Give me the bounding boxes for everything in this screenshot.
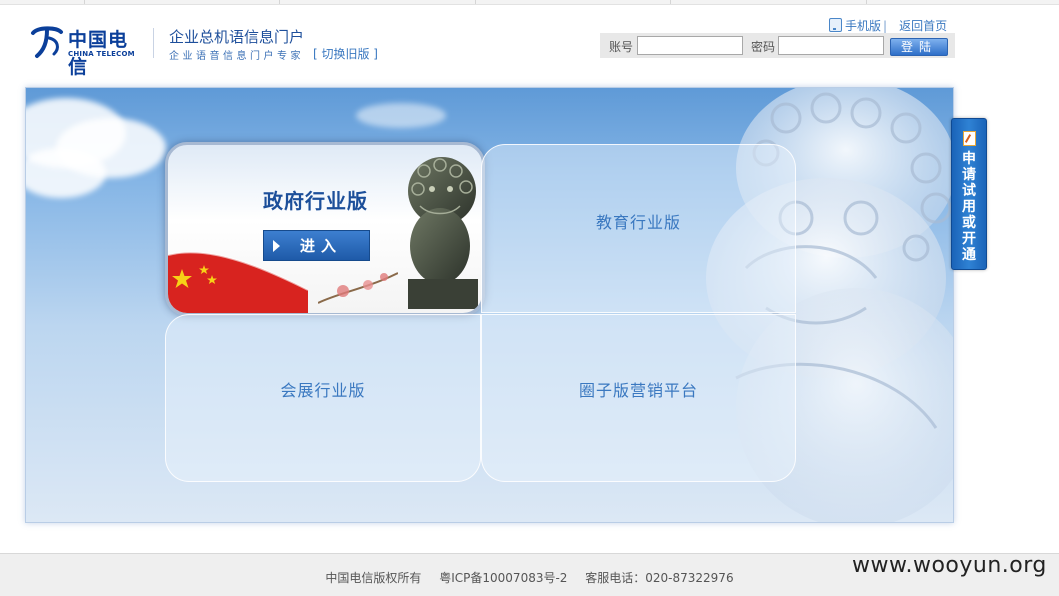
watermark: www.wooyun.org [852, 553, 1047, 578]
portal-subtitle: 企业语音信息门户专家 [169, 51, 304, 62]
enter-button-label: 进入 [300, 237, 343, 255]
flower-branch-image [318, 272, 398, 304]
telecom-logo-icon [31, 26, 63, 58]
education-edition-panel[interactable]: 教育行业版 [481, 144, 796, 313]
cloud-decoration [26, 148, 106, 198]
switch-old-version-link[interactable]: [ 切换旧版 ] [313, 45, 378, 62]
password-input[interactable] [778, 36, 884, 55]
enter-button[interactable]: 进入 [263, 230, 370, 261]
link-separator: | [883, 19, 888, 33]
mobile-phone-icon[interactable] [829, 18, 842, 32]
top-tab-segment [475, 0, 671, 4]
footer-copyright: 中国电信版权所有 [325, 571, 422, 585]
government-edition-panel[interactable]: 政府行业版 进入 [165, 142, 485, 316]
exhibition-edition-panel[interactable]: 会展行业版 [165, 314, 481, 482]
main-banner: 政府行业版 进入 教育行业版 会展行业版 圈子版营销平台 [25, 87, 954, 523]
china-telecom-logo[interactable]: 中国电信 CHINA TELECOM [30, 24, 140, 78]
exhibition-edition-title: 会展行业版 [280, 381, 366, 400]
footer-service-phone: 客服电话：020-87322976 [585, 571, 734, 585]
login-bar: 账号 密码 登陆 [600, 33, 955, 58]
top-links: 手机版 | 返回首页 [829, 17, 947, 34]
top-tab-segment [0, 0, 85, 4]
account-input[interactable] [637, 36, 743, 55]
apply-trial-side-tab[interactable]: 申请试用或开通 [951, 118, 987, 270]
footer-icp[interactable]: 粤ICP备10007083号-2 [439, 571, 567, 585]
apply-trial-label: 申请试用或开通 [962, 151, 976, 263]
header-divider [153, 28, 154, 58]
back-home-link[interactable]: 返回首页 [899, 19, 947, 33]
top-tab-segment [84, 0, 280, 4]
government-edition-title: 政府行业版 [263, 189, 368, 213]
top-tab-strip [0, 0, 1059, 5]
top-tab-segment [279, 0, 476, 4]
logo-english-text: CHINA TELECOM [68, 50, 135, 58]
password-label: 密码 [751, 40, 776, 54]
circle-marketing-title: 圈子版营销平台 [578, 381, 698, 400]
bronze-lion-image [408, 157, 478, 309]
edit-note-icon [963, 131, 976, 146]
play-arrow-icon [273, 240, 280, 252]
account-label: 账号 [609, 40, 634, 54]
cloud-decoration [356, 103, 446, 128]
login-button[interactable]: 登陆 [890, 38, 948, 56]
portal-title: 企业总机语信息门户 [169, 28, 305, 46]
top-tab-segment [670, 0, 867, 4]
education-edition-title: 教育行业版 [595, 213, 681, 232]
circle-marketing-panel[interactable]: 圈子版营销平台 [481, 314, 796, 482]
mobile-version-link[interactable]: 手机版 [845, 19, 881, 33]
